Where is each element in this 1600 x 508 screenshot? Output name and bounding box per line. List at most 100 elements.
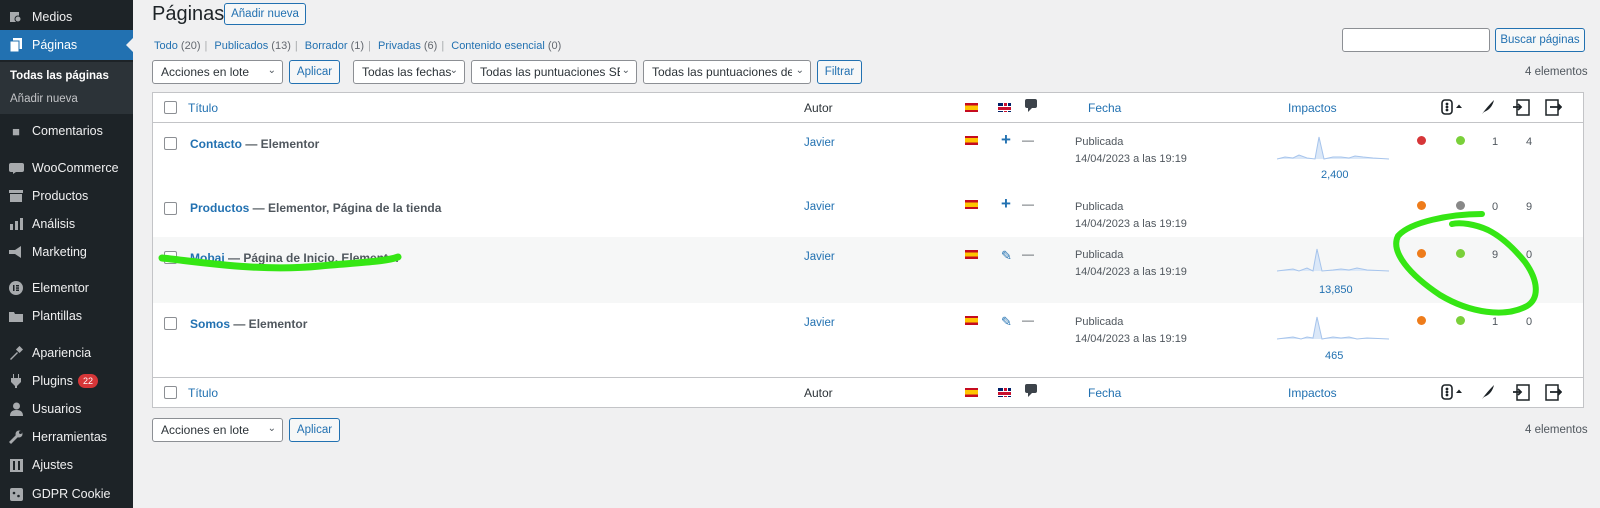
sidebar-item-plugins[interactable]: Plugins 22 [0, 368, 133, 394]
analytics-icon [8, 216, 24, 232]
sidebar-item-products[interactable]: Productos [0, 183, 133, 209]
page-states: — Elementor, Página de la tienda [249, 201, 442, 215]
sidebar-item-marketing[interactable]: Marketing [0, 239, 133, 265]
column-date[interactable]: Fecha [1088, 386, 1121, 400]
impacts-value[interactable]: 2,400 [1321, 169, 1349, 181]
add-translation-icon[interactable]: + [1001, 131, 1011, 148]
sidebar-item-label: Productos [32, 189, 89, 203]
view-draft-link[interactable]: Borrador [305, 40, 348, 52]
column-impacts[interactable]: Impactos [1288, 386, 1337, 400]
sidebar-item-woocommerce[interactable]: WooCommerce [0, 155, 133, 181]
author-link[interactable]: Javier [804, 317, 835, 329]
edit-translation-icon[interactable]: ✎ [1001, 315, 1012, 329]
chevron-down-icon: ⌄ [621, 65, 630, 76]
sidebar-item-label: Medios [32, 10, 73, 24]
outbound-links-count: 0 [1526, 249, 1533, 261]
page-title-link[interactable]: Mobai [190, 251, 225, 265]
row-checkbox[interactable] [164, 251, 177, 264]
author-link[interactable]: Javier [804, 201, 835, 213]
plugins-icon [8, 373, 24, 389]
sidebar-item-label: Apariencia [32, 346, 92, 360]
sidebar-item-users[interactable]: Usuarios [0, 396, 133, 422]
readability-icon[interactable] [1481, 384, 1495, 400]
view-cornerstone-count: (0) [547, 40, 562, 52]
seo-score-filter-select[interactable]: Todas las puntuaciones SEO ⌄ [471, 60, 637, 84]
submenu-all-pages[interactable]: Todas las páginas [10, 70, 109, 82]
sidebar-item-media[interactable]: Medios [0, 4, 133, 30]
search-input[interactable] [1342, 28, 1490, 52]
filter-button[interactable]: Filtrar [817, 60, 862, 84]
view-all-link[interactable]: Todo [154, 40, 178, 52]
apply-button-top[interactable]: Aplicar [289, 60, 340, 84]
impacts-value[interactable]: 465 [1325, 350, 1343, 362]
outbound-links-icon[interactable] [1545, 99, 1563, 116]
sidebar-item-label: Usuarios [32, 402, 82, 416]
view-published-link[interactable]: Publicados [214, 40, 268, 52]
settings-icon [8, 457, 24, 473]
sidebar-item-label: GDPR Cookie [32, 487, 111, 501]
outbound-links-icon[interactable] [1545, 384, 1563, 401]
outbound-links-count: 9 [1526, 201, 1533, 213]
bulk-actions-select-top[interactable]: Acciones en lote ⌄ [152, 60, 283, 84]
submenu-add-new[interactable]: Añadir nueva [10, 93, 78, 105]
sidebar-item-elementor[interactable]: Elementor [0, 275, 133, 301]
seo-score-dot [1417, 201, 1426, 210]
sidebar-item-label: Herramientas [32, 430, 108, 444]
pages-icon [8, 37, 24, 53]
seo-score-icon[interactable] [1441, 99, 1462, 115]
page-title-link[interactable]: Productos [190, 201, 249, 215]
column-author: Autor [804, 386, 833, 400]
sidebar-item-gdpr-cookie[interactable]: GDPR Cookie [0, 481, 133, 507]
page-title-cell: Somos — Elementor [190, 317, 307, 331]
page-title-link[interactable]: Somos [190, 317, 230, 331]
readability-score-dot [1456, 316, 1465, 325]
page-title-link[interactable]: Contacto [190, 137, 242, 151]
sidebar-item-pages[interactable]: Páginas [0, 30, 133, 60]
sidebar-item-comments[interactable]: ■ Comentarios [0, 118, 133, 144]
column-author: Autor [804, 101, 833, 115]
page-title-cell: Mobai — Página de Inicio, Elementor [190, 251, 400, 265]
edit-translation-icon[interactable]: ✎ [1001, 249, 1012, 263]
column-title[interactable]: Título [188, 386, 218, 400]
apply-button-bottom[interactable]: Aplicar [289, 418, 340, 442]
add-translation-icon[interactable]: + [1001, 195, 1011, 212]
sidebar-item-templates[interactable]: Plantillas [0, 303, 133, 329]
sidebar-item-tools[interactable]: Herramientas [0, 424, 133, 450]
readability-filter-select[interactable]: Todas las puntuaciones de ⌄ [643, 60, 811, 84]
bulk-actions-select-bottom[interactable]: Acciones en lote ⌄ [152, 418, 283, 442]
impacts-sparkline [1277, 248, 1389, 272]
search-pages-button[interactable]: Buscar páginas [1495, 28, 1585, 52]
sidebar-item-settings[interactable]: Ajustes [0, 452, 133, 478]
impacts-value[interactable]: 13,850 [1319, 284, 1353, 296]
woocommerce-icon [8, 160, 24, 176]
items-count-top: 4 elementos [1525, 66, 1588, 78]
column-date[interactable]: Fecha [1088, 101, 1121, 115]
sidebar-item-analytics[interactable]: Análisis [0, 211, 133, 237]
inbound-links-icon[interactable] [1513, 384, 1530, 401]
author-link[interactable]: Javier [804, 137, 835, 149]
column-impacts[interactable]: Impactos [1288, 101, 1337, 115]
spanish-flag-icon [965, 316, 978, 325]
date-filter-select[interactable]: Todas las fechas ⌄ [353, 60, 465, 84]
sidebar-item-label: Páginas [32, 38, 78, 52]
row-checkbox[interactable] [164, 317, 177, 330]
add-new-page-button[interactable]: Añadir nueva [224, 3, 306, 25]
select-all-checkbox-bottom[interactable] [164, 386, 177, 399]
inbound-links-count: 1 [1492, 136, 1499, 148]
select-all-checkbox[interactable] [164, 101, 177, 114]
view-cornerstone-link[interactable]: Contenido esencial [451, 40, 545, 52]
view-private-link[interactable]: Privadas [378, 40, 421, 52]
readability-icon[interactable] [1481, 99, 1495, 115]
column-title[interactable]: Título [188, 101, 218, 115]
author-link[interactable]: Javier [804, 251, 835, 263]
row-checkbox[interactable] [164, 202, 177, 215]
spanish-flag-icon [965, 250, 978, 259]
sidebar-item-appearance[interactable]: Apariencia [0, 340, 133, 366]
outbound-links-count: 0 [1526, 316, 1533, 328]
inbound-links-icon[interactable] [1513, 99, 1530, 116]
seo-score-icon[interactable] [1441, 384, 1462, 400]
marketing-icon [8, 244, 24, 260]
row-checkbox[interactable] [164, 137, 177, 150]
post-date: 14/04/2023 a las 19:19 [1075, 333, 1187, 345]
sidebar-item-label: WooCommerce [32, 161, 119, 175]
